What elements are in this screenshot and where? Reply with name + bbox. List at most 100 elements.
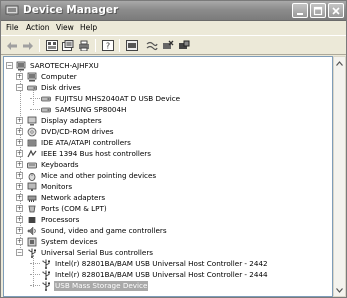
expand-icon[interactable]: + [16, 194, 23, 201]
scroll-down-button[interactable] [334, 284, 345, 296]
tree-item-label: Keyboards [41, 159, 79, 169]
minimize-button[interactable] [292, 3, 308, 18]
view-icon [46, 40, 58, 51]
show-hidden-button[interactable] [125, 39, 139, 52]
tree-device[interactable]: FUJITSU MHS2040AT D USB Device [30, 93, 181, 104]
tree-item-label: Computer [41, 71, 77, 81]
maximize-button[interactable] [310, 3, 326, 18]
tree-category[interactable]: + System devices [16, 236, 98, 247]
expand-icon[interactable]: + [16, 172, 23, 179]
uninstall-icon [163, 40, 174, 49]
back-arrow-icon [7, 41, 17, 50]
svg-text:?: ? [106, 42, 110, 51]
tree-connector [30, 285, 40, 286]
tree-item-label: Disk drives [41, 82, 81, 92]
menu-file[interactable]: File [6, 23, 19, 32]
mouse-icon [28, 172, 36, 181]
monitor-icon [27, 182, 37, 191]
tree-category[interactable]: + Keyboards [16, 159, 80, 170]
collapse-icon[interactable]: − [16, 249, 23, 256]
expand-icon[interactable]: + [16, 183, 23, 190]
tree-category[interactable]: + Processors [16, 214, 80, 225]
tree-category[interactable]: + IEEE 1394 Bus host controllers [16, 148, 152, 159]
network-adapter-icon [27, 195, 37, 202]
window-title: Device Manager [23, 4, 119, 16]
expand-icon[interactable]: + [16, 128, 23, 135]
menu-bar: File Action View Help [1, 21, 346, 35]
cd-rom-icon [27, 127, 37, 136]
tree-item-label: SAMSUNG SP8004H [55, 104, 127, 114]
scroll-up-button[interactable] [334, 57, 345, 69]
device-tree[interactable]: − SAROTECH-AJHFXU + Computer − Disk drives F… [3, 56, 333, 297]
expand-icon[interactable]: + [16, 139, 23, 146]
properties-button[interactable] [61, 39, 75, 52]
expand-icon[interactable]: + [16, 150, 23, 157]
processor-icon [28, 216, 36, 223]
show-icon [126, 40, 138, 51]
tree-item-label: FUJITSU MHS2040AT D USB Device [55, 93, 181, 103]
keyboard-icon [27, 162, 37, 168]
tree-category[interactable]: + Computer [16, 71, 78, 82]
uninstall-button[interactable] [161, 39, 175, 52]
tree-category[interactable]: + Mice and other pointing devices [16, 170, 157, 181]
usb-icon [42, 259, 50, 269]
tree-device[interactable]: Intel(r) 82801BA/BAM USB Universal Host … [30, 269, 269, 280]
display-adapter-icon [27, 116, 37, 125]
disable-button[interactable] [177, 39, 191, 52]
help-button[interactable]: ? [101, 39, 115, 52]
collapse-icon[interactable]: − [16, 84, 23, 91]
title-bar[interactable]: Device Manager [1, 1, 346, 21]
tree-item-label: IEEE 1394 Bus host controllers [41, 148, 151, 158]
back-button[interactable] [5, 39, 19, 52]
toolbar: ? [1, 35, 346, 55]
menu-action[interactable]: Action [26, 23, 50, 32]
tree-category[interactable]: − Universal Serial Bus controllers [16, 247, 154, 258]
tree-device[interactable]: USB Mass Storage Device [30, 280, 149, 291]
disable-icon [179, 40, 190, 49]
tree-category[interactable]: + Network adapters [16, 192, 106, 203]
device-manager-icon [5, 5, 19, 16]
vertical-scrollbar[interactable] [333, 56, 346, 297]
print-button[interactable] [77, 39, 91, 52]
expand-icon[interactable]: + [16, 227, 23, 234]
toolbar-separator [119, 39, 120, 52]
forward-button[interactable] [21, 39, 35, 52]
tree-category[interactable]: + DVD/CD-ROM drives [16, 126, 115, 137]
tree-category[interactable]: + Sound, video and game controllers [16, 225, 168, 236]
expand-icon[interactable]: + [16, 161, 23, 168]
expand-icon[interactable]: + [16, 117, 23, 124]
tree-item-label: USB Mass Storage Device [54, 280, 149, 291]
menu-view[interactable]: View [56, 23, 74, 32]
expand-icon[interactable]: + [16, 238, 23, 245]
tree-item-label: Monitors [41, 181, 73, 191]
tree-root[interactable]: − SAROTECH-AJHFXU [6, 60, 100, 71]
properties-icon [62, 40, 74, 51]
tree-category[interactable]: + Display adapters [16, 115, 103, 126]
tree-item-label: Network adapters [41, 192, 106, 202]
scan-hardware-button[interactable] [145, 39, 159, 52]
system-device-icon [27, 237, 37, 246]
tree-item-label: Processors [41, 214, 80, 224]
tree-connector [30, 274, 40, 275]
usb-icon [28, 248, 36, 258]
tree-category[interactable]: − Disk drives [16, 82, 82, 93]
tree-connector [30, 109, 40, 110]
expand-icon[interactable]: + [16, 205, 23, 212]
ide-controller-icon [27, 139, 37, 146]
expand-icon[interactable]: + [16, 216, 23, 223]
minimize-icon [297, 12, 303, 15]
close-button[interactable] [328, 3, 344, 18]
tree-category[interactable]: + Monitors [16, 181, 73, 192]
expand-icon[interactable]: + [16, 73, 23, 80]
tree-item-label: DVD/CD-ROM drives [41, 126, 114, 136]
tree-category[interactable]: + IDE ATA/ATAPI controllers [16, 137, 132, 148]
tree-device[interactable]: Intel(r) 82801BA/BAM USB Universal Host … [30, 258, 269, 269]
collapse-icon[interactable]: − [6, 62, 13, 69]
computer-icon [16, 61, 26, 70]
scan-hardware-icon [146, 41, 158, 51]
tree-device[interactable]: SAMSUNG SP8004H [30, 104, 127, 115]
menu-help[interactable]: Help [80, 23, 97, 32]
view-button[interactable] [45, 39, 59, 52]
tree-item-label: Sound, video and game controllers [41, 225, 167, 235]
tree-category[interactable]: + Ports (COM & LPT) [16, 203, 108, 214]
